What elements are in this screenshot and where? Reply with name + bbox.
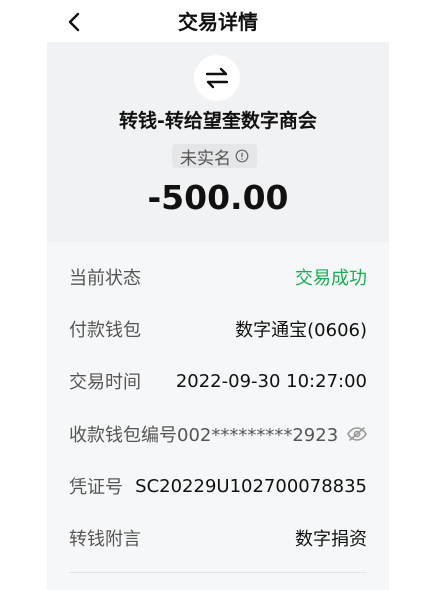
note-value: 数字捐资 [295,529,367,550]
eye-hidden-icon [347,427,368,441]
voucher-label: 凭证号 [69,477,123,498]
toggle-visibility-button[interactable] [346,423,368,445]
detail-row-status: 当前状态 交易成功 [69,262,367,292]
transfer-icon-badge [194,55,240,101]
detail-row-receiver-wallet: 收款钱包编号002*********2923 [69,419,368,449]
detail-row-time: 交易时间 2022-09-30 10:27:00 [69,366,367,396]
status-label: 当前状态 [69,268,141,289]
receiver-wallet-label-text: 收款钱包编号 [69,425,177,446]
transaction-detail-screen: 交易详情 转钱-转给望奎数字商会 未实名 -500.00 当前状态 交易成功 付… [0,0,436,590]
transfer-arrows-icon [205,67,229,89]
info-circle-icon [235,149,249,163]
voucher-value: SC20229U102700078835 [135,475,367,497]
payment-wallet-value: 数字通宝(0606) [235,320,367,341]
detail-row-payment-wallet: 付款钱包 数字通宝(0606) [69,314,367,344]
unverified-badge[interactable]: 未实名 [172,144,257,169]
status-value: 交易成功 [295,268,367,289]
note-label: 转钱附言 [69,529,141,550]
divider [69,572,367,573]
transaction-amount: -500.00 [147,178,289,217]
payment-wallet-label: 付款钱包 [69,320,141,341]
transaction-name: 转钱-转给望奎数字商会 [119,110,317,132]
time-label: 交易时间 [69,372,141,393]
page-title: 交易详情 [178,10,258,34]
time-value: 2022-09-30 10:27:00 [175,370,367,392]
receiver-wallet-value: 002*********2923 [177,425,339,446]
detail-row-note: 转钱附言 数字捐资 [69,523,367,553]
detail-row-voucher: 凭证号 SC20229U102700078835 [69,471,367,501]
badge-label: 未实名 [180,148,231,169]
receiver-wallet-label: 收款钱包编号002*********2923 [69,421,338,447]
